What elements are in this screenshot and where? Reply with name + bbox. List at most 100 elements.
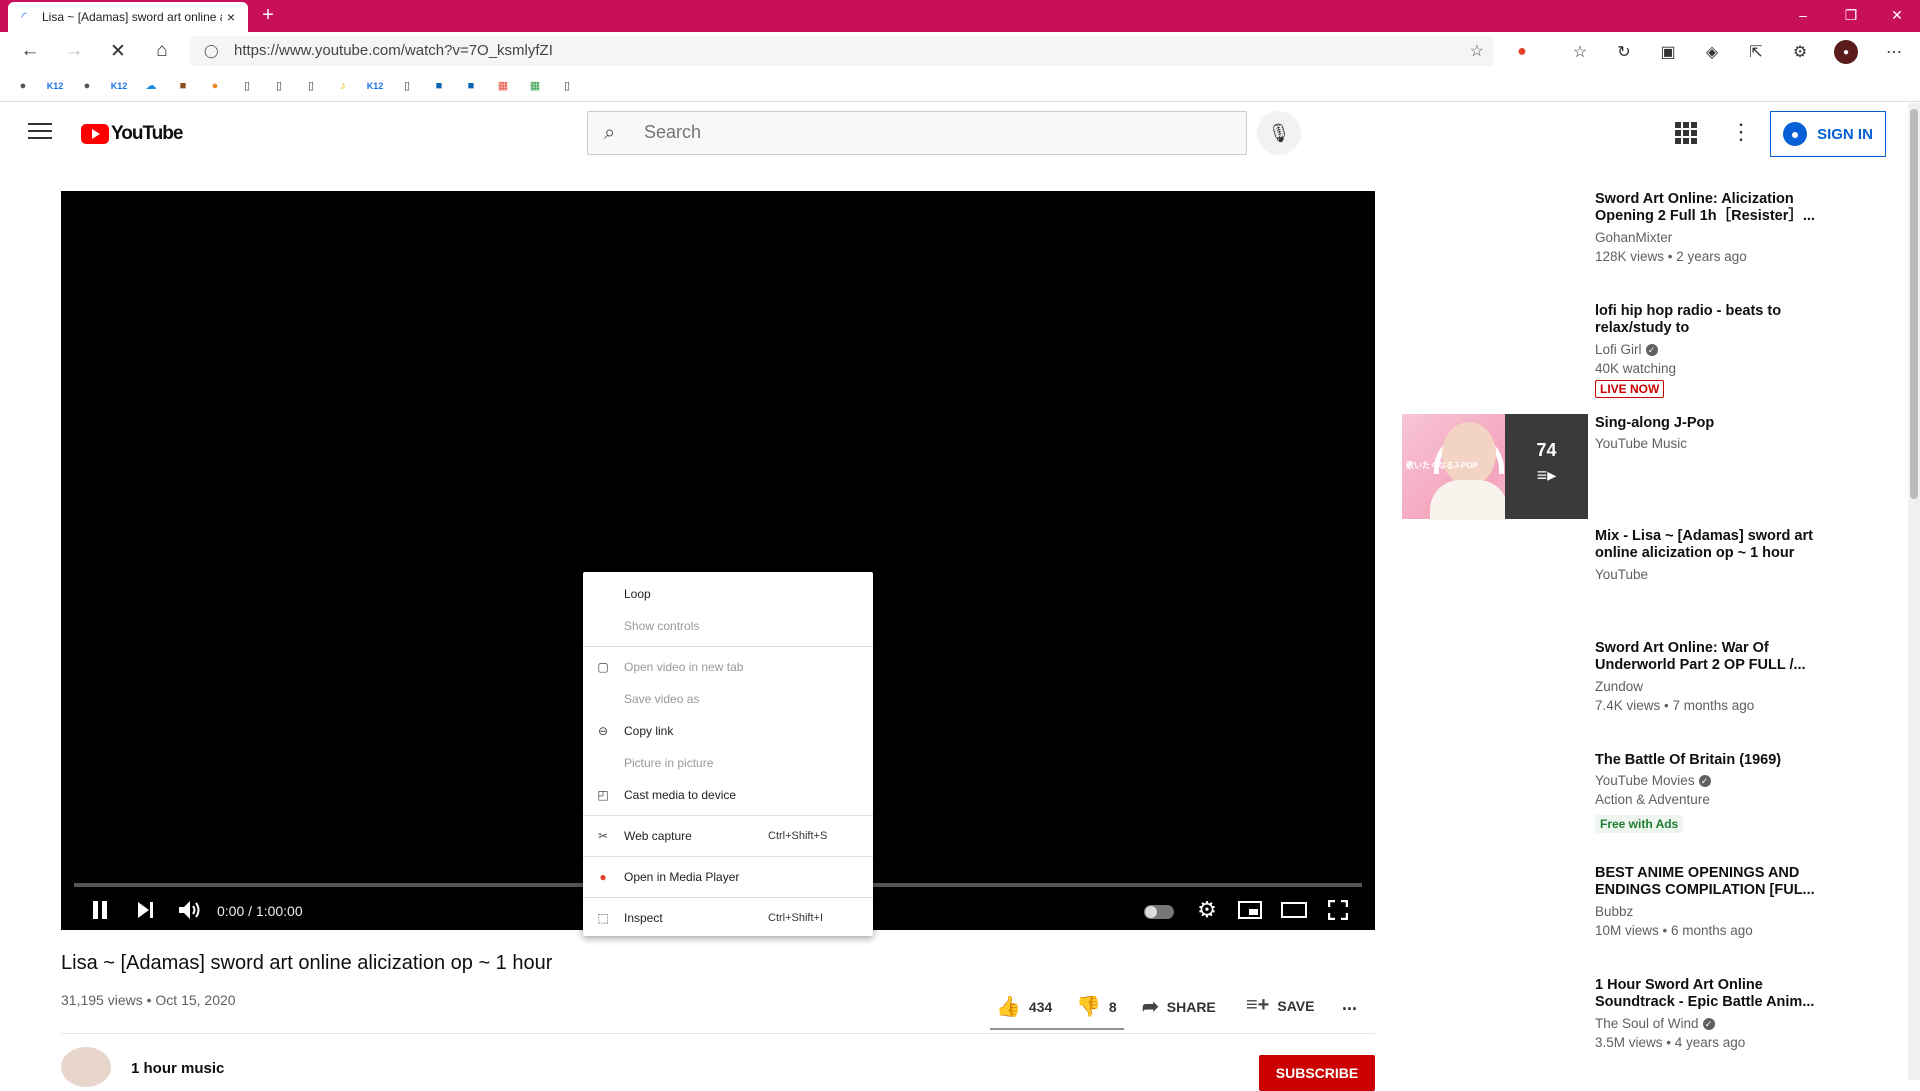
browser-tab[interactable]: ◜ Lisa ~ [Adamas] sword art online alici… bbox=[8, 2, 248, 32]
next-button[interactable] bbox=[131, 895, 161, 925]
minimize-button[interactable]: – bbox=[1780, 0, 1826, 32]
bookmark-k12[interactable]: K12 bbox=[46, 78, 64, 94]
volume-button[interactable] bbox=[175, 895, 205, 925]
recommendation-title[interactable]: Sing-along J-Pop bbox=[1595, 415, 1820, 432]
channel-avatar[interactable] bbox=[61, 1047, 111, 1087]
scrollbar-thumb[interactable] bbox=[1910, 109, 1918, 499]
bookmark-page-icon[interactable]: ▯ bbox=[238, 78, 256, 94]
sign-in-button[interactable]: ● SIGN IN bbox=[1770, 111, 1886, 157]
bookmark-orange-icon[interactable]: ● bbox=[206, 78, 224, 94]
bookmark-k12[interactable]: K12 bbox=[110, 78, 128, 94]
recommendation-channel[interactable]: GohanMixter bbox=[1595, 230, 1672, 245]
recommendation-channel[interactable]: Zundow bbox=[1595, 679, 1643, 694]
bookmark-microsoft-icon[interactable]: ▦ bbox=[526, 78, 544, 94]
menu-item-copy-link[interactable]: ⊖ Copy link bbox=[583, 715, 873, 747]
media-player-extension-icon[interactable]: ● bbox=[1510, 40, 1534, 64]
browser-essentials-icon[interactable]: ◈ bbox=[1700, 40, 1724, 64]
channel-name[interactable]: 1 hour music bbox=[131, 1060, 224, 1077]
bookmark-k12[interactable]: K12 bbox=[366, 78, 384, 94]
more-vert-icon[interactable]: ⋮ bbox=[1730, 119, 1752, 145]
video-thumbnail[interactable] bbox=[1402, 639, 1588, 744]
settings-gear-icon[interactable]: ⚙ bbox=[1192, 895, 1222, 925]
bookmark-microsoft-icon[interactable]: ▦ bbox=[494, 78, 512, 94]
fullscreen-button[interactable] bbox=[1323, 895, 1353, 925]
playlist-thumbnail[interactable]: 歌いたくなるJ-POP 74 ≡▸ bbox=[1402, 414, 1588, 520]
menu-item-web-capture[interactable]: ✂ Web capture Ctrl+Shift+S bbox=[583, 820, 873, 852]
menu-item-picture-in-picture[interactable]: Picture in picture bbox=[583, 747, 873, 779]
share-page-icon[interactable]: ⇱ bbox=[1744, 40, 1768, 64]
menu-item-open-video-new-tab[interactable]: ▢ Open video in new tab bbox=[583, 651, 873, 683]
recommendation-channel[interactable]: Lofi Girl ✓ bbox=[1595, 342, 1658, 357]
recommendation-title[interactable]: The Battle Of Britain (1969) bbox=[1595, 752, 1820, 769]
recommendation-title[interactable]: Sword Art Online: War Of Underworld Part… bbox=[1595, 640, 1820, 674]
recommendation-channel[interactable]: YouTube bbox=[1595, 567, 1648, 582]
video-thumbnail[interactable] bbox=[1402, 302, 1588, 407]
voice-search-button[interactable]: 🎙 bbox=[1257, 111, 1301, 155]
video-thumbnail[interactable] bbox=[1402, 751, 1588, 856]
search-input[interactable] bbox=[644, 122, 1224, 143]
video-thumbnail[interactable] bbox=[1402, 527, 1588, 632]
stop-button[interactable]: ✕ bbox=[102, 35, 134, 67]
menu-item-cast-media[interactable]: ◰ Cast media to device bbox=[583, 779, 873, 811]
bookmark-page-icon[interactable]: ▯ bbox=[270, 78, 288, 94]
autoplay-toggle[interactable] bbox=[1144, 905, 1174, 919]
recommendation-channel[interactable]: YouTube Music bbox=[1595, 436, 1687, 451]
more-actions-button[interactable]: ... bbox=[1342, 994, 1357, 1015]
menu-hamburger-icon[interactable] bbox=[28, 123, 52, 141]
search-box[interactable]: ⌕ bbox=[587, 111, 1247, 155]
recommendation-title[interactable]: 1 Hour Sword Art Online Soundtrack - Epi… bbox=[1595, 977, 1820, 1011]
recommendation-title[interactable]: lofi hip hop radio - beats to relax/stud… bbox=[1595, 303, 1820, 337]
miniplayer-button[interactable] bbox=[1235, 895, 1265, 925]
recommendation-channel[interactable]: Bubbz bbox=[1595, 904, 1633, 919]
menu-item-open-media-player[interactable]: ● Open in Media Player bbox=[583, 861, 873, 893]
bookmark-cloud-icon[interactable]: ☁ bbox=[142, 78, 160, 94]
theater-mode-button[interactable] bbox=[1279, 895, 1309, 925]
restore-button[interactable]: ❐ bbox=[1828, 0, 1874, 32]
recommendation-channel[interactable]: The Soul of Wind ✓ bbox=[1595, 1016, 1715, 1031]
bookmark-page-icon[interactable]: ▯ bbox=[302, 78, 320, 94]
tab-close-button[interactable]: × bbox=[222, 9, 240, 25]
apps-grid-icon[interactable] bbox=[1675, 122, 1697, 144]
bookmark-page-icon[interactable]: ▯ bbox=[398, 78, 416, 94]
video-player[interactable]: 0:00 / 1:00:00 ⚙ Loop Show controls ▢ Ope… bbox=[61, 191, 1375, 936]
forward-button[interactable]: → bbox=[58, 35, 90, 67]
share-button[interactable]: ➦ SHARE bbox=[1142, 994, 1216, 1019]
address-bar[interactable]: ◯ https://www.youtube.com/watch?v=7O_ksm… bbox=[190, 36, 1494, 66]
back-button[interactable]: ← bbox=[14, 35, 46, 67]
page-scrollbar[interactable] bbox=[1908, 103, 1920, 1080]
video-thumbnail[interactable] bbox=[1402, 190, 1588, 295]
menu-item-loop[interactable]: Loop bbox=[583, 578, 873, 610]
history-icon[interactable]: ↻ bbox=[1612, 40, 1636, 64]
bookmark-page-icon[interactable]: ▯ bbox=[558, 78, 576, 94]
bookmark-yellow-icon[interactable]: ♪ bbox=[334, 78, 352, 94]
recommendation-channel[interactable]: YouTube Movies ✓ bbox=[1595, 773, 1711, 788]
recommendation-title[interactable]: Mix - Lisa ~ [Adamas] sword art online a… bbox=[1595, 528, 1820, 562]
menu-item-inspect[interactable]: ⬚ Inspect Ctrl+Shift+I bbox=[583, 902, 873, 934]
save-button[interactable]: ≡+ SAVE bbox=[1246, 994, 1314, 1017]
pause-button[interactable] bbox=[85, 895, 115, 925]
close-window-button[interactable]: ✕ bbox=[1874, 0, 1920, 32]
bookmark-apple-icon[interactable]: ● bbox=[14, 78, 32, 94]
recommendation-title[interactable]: Sword Art Online: Alicization Opening 2 … bbox=[1595, 191, 1820, 225]
new-tab-button[interactable]: + bbox=[256, 4, 280, 28]
bookmark-box-icon[interactable]: ■ bbox=[174, 78, 192, 94]
collections-icon[interactable]: ▣ bbox=[1656, 40, 1680, 64]
menu-item-show-controls[interactable]: Show controls bbox=[583, 610, 873, 642]
profile-avatar[interactable]: ● bbox=[1834, 40, 1858, 64]
video-thumbnail[interactable] bbox=[1402, 976, 1588, 1081]
favorite-star-icon[interactable]: ☆ bbox=[1470, 41, 1484, 61]
recommendation-title[interactable]: BEST ANIME OPENINGS AND ENDINGS COMPILAT… bbox=[1595, 865, 1820, 899]
like-button[interactable]: 👍 434 bbox=[996, 994, 1052, 1019]
home-button[interactable]: ⌂ bbox=[146, 35, 178, 67]
video-thumbnail[interactable] bbox=[1402, 864, 1588, 969]
settings-more-icon[interactable]: ⋯ bbox=[1882, 40, 1906, 64]
bookmark-apple-icon[interactable]: ● bbox=[78, 78, 96, 94]
youtube-logo[interactable]: YouTube bbox=[81, 123, 183, 145]
bookmark-outlook-icon[interactable]: ■ bbox=[462, 78, 480, 94]
favorites-icon[interactable]: ☆ bbox=[1568, 40, 1592, 64]
bookmark-outlook-icon[interactable]: ■ bbox=[430, 78, 448, 94]
address-url[interactable]: https://www.youtube.com/watch?v=7O_ksmly… bbox=[234, 42, 553, 59]
extensions-icon[interactable]: ⚙ bbox=[1788, 40, 1812, 64]
subscribe-button[interactable]: SUBSCRIBE bbox=[1259, 1055, 1375, 1091]
menu-item-save-video-as[interactable]: Save video as bbox=[583, 683, 873, 715]
